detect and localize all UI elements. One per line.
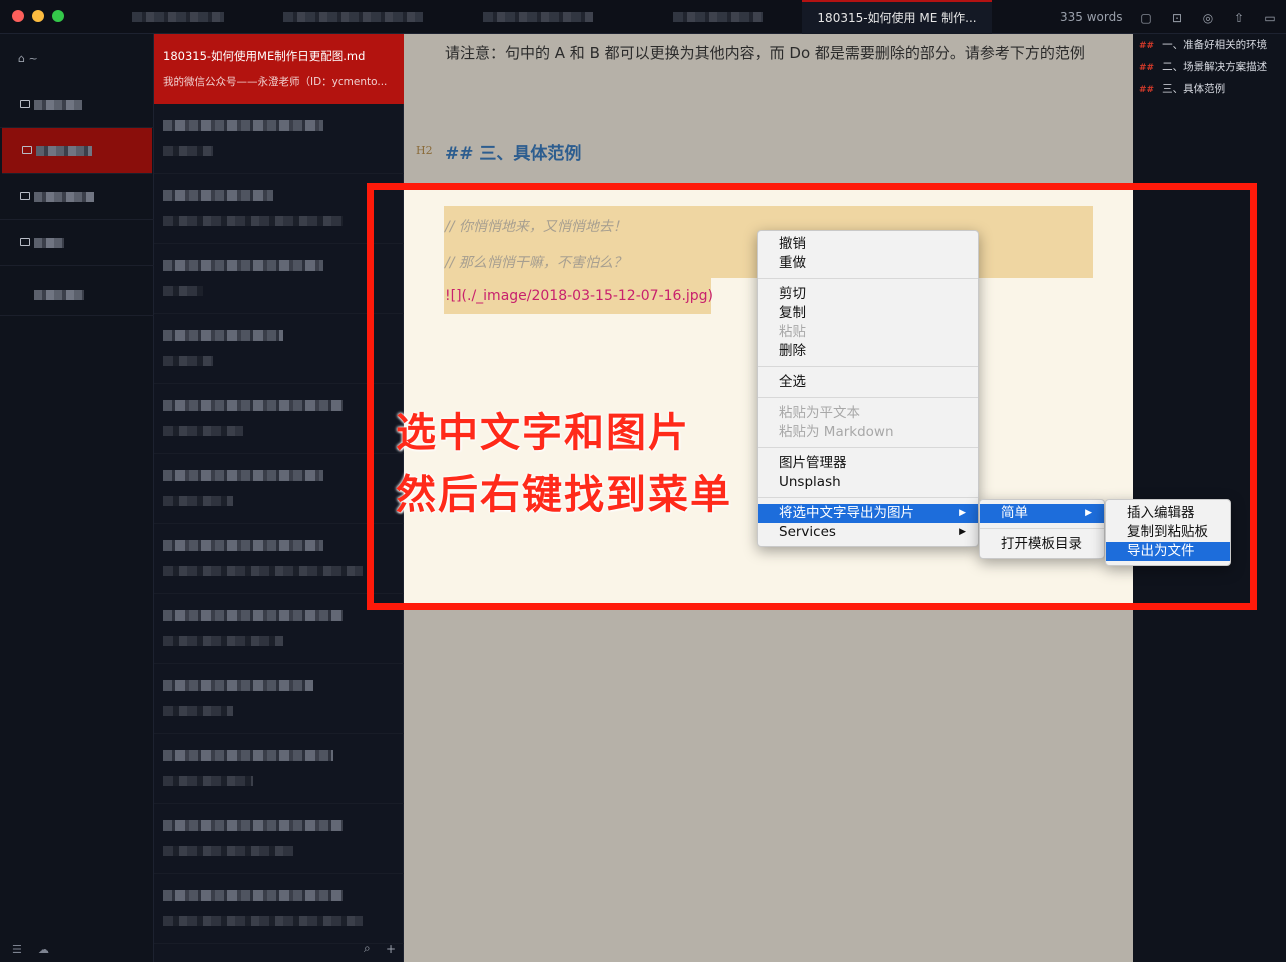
add-file-icon[interactable]: +: [386, 942, 396, 956]
file-item[interactable]: [154, 594, 404, 664]
submenu-arrow-icon: ▶: [1085, 508, 1092, 518]
menu-item-paste-markdown[interactable]: 粘贴为 Markdown: [758, 423, 978, 442]
menu-item-copy[interactable]: 复制: [758, 304, 978, 323]
heading-text[interactable]: ## 三、具体范例: [445, 139, 581, 164]
submenu-arrow-icon: ▶: [959, 508, 966, 518]
home-folder[interactable]: ⌂ ~: [18, 52, 38, 65]
tab-blurred-4[interactable]: [673, 12, 763, 22]
folder-item[interactable]: [0, 174, 154, 220]
menu-item-services[interactable]: Services ▶: [758, 523, 978, 542]
menu-item-paste[interactable]: 粘贴: [758, 323, 978, 342]
menu-item-redo[interactable]: 重做: [758, 254, 978, 273]
heading-hash-icon: ##: [1139, 41, 1155, 51]
file-item[interactable]: [154, 874, 404, 944]
annotation-line-2: 然后右键找到菜单: [396, 472, 732, 518]
folder-icon: [20, 238, 30, 246]
search-icon[interactable]: ⌕: [364, 941, 371, 956]
folder-item[interactable]: [0, 82, 154, 128]
image-markdown-link[interactable]: ![](./_image/2018-03-15-12-07-16.jpg): [445, 288, 713, 304]
outline-panel: ## 一、准备好相关的环境 ## 二、场景解决方案描述 ## 三、具体范例: [1133, 34, 1286, 962]
menu-item-image-manager[interactable]: 图片管理器: [758, 454, 978, 473]
folder-label-blurred: [34, 238, 64, 248]
outline-toggle-icon[interactable]: ▭: [1263, 11, 1277, 25]
menu-item-unsplash[interactable]: Unsplash: [758, 473, 978, 492]
comment-line-1[interactable]: // 你悄悄地来，又悄悄地去！: [445, 216, 627, 236]
menu-item-undo[interactable]: 撤销: [758, 235, 978, 254]
app-window: 180315-如何使用 ME 制作... 335 words ▢ ⊡ ◎ ⇧ ▭…: [0, 0, 1286, 962]
tab-blurred-2[interactable]: [283, 12, 423, 22]
file-list: 180315-如何使用ME制作日更配图.md 我的微信公众号——永澄老师（ID：…: [154, 34, 404, 962]
submenu-item-copy-clipboard[interactable]: 复制到粘贴板: [1106, 523, 1230, 542]
file-item[interactable]: [154, 804, 404, 874]
file-item[interactable]: [154, 524, 404, 594]
outline-item[interactable]: ## 三、具体范例: [1139, 81, 1225, 96]
file-item[interactable]: [154, 734, 404, 804]
folder-item-selected[interactable]: [2, 128, 152, 174]
settings-icon[interactable]: ☰: [12, 943, 22, 956]
submenu-item-open-templates[interactable]: 打开模板目录: [980, 535, 1104, 554]
activity-icon[interactable]: ◎: [1201, 11, 1215, 25]
menu-separator: [758, 397, 978, 398]
close-window-button[interactable]: [12, 10, 24, 22]
menu-item-export-selection[interactable]: 将选中文字导出为图片 ▶: [758, 504, 978, 523]
menu-item-select-all[interactable]: 全选: [758, 373, 978, 392]
zoom-window-button[interactable]: [52, 10, 64, 22]
file-title: 180315-如何使用ME制作日更配图.md: [163, 49, 366, 63]
menu-item-cut[interactable]: 剪切: [758, 285, 978, 304]
folder-sidebar: ⌂ ~ ☰ ☁: [0, 34, 154, 962]
heading-hash-icon: ##: [1139, 63, 1155, 73]
comment-line-2[interactable]: // 那么悄悄干嘛，不害怕么？: [445, 252, 627, 272]
folder-label-blurred: [34, 100, 82, 110]
file-preview: 我的微信公众号——永澄老师（ID：ycmento...: [163, 76, 388, 88]
annotation-line-1: 选中文字和图片: [396, 410, 690, 456]
folder-item[interactable]: [0, 266, 154, 316]
tab-blurred-3[interactable]: [483, 12, 593, 22]
menu-separator: [980, 528, 1104, 529]
folder-label-blurred: [34, 192, 94, 202]
file-item[interactable]: [154, 104, 404, 174]
file-item[interactable]: [154, 314, 404, 384]
folder-icon: [20, 192, 30, 200]
folder-item-expanded[interactable]: [0, 220, 154, 266]
outline-item[interactable]: ## 二、场景解决方案描述: [1139, 59, 1267, 74]
word-count: 335 words: [1060, 10, 1123, 24]
submenu-arrow-icon: ▶: [959, 527, 966, 537]
menu-separator: [758, 447, 978, 448]
editor-bottom-area: [404, 604, 1133, 962]
tab-active-document[interactable]: 180315-如何使用 ME 制作...: [802, 0, 992, 34]
file-item[interactable]: [154, 174, 404, 244]
sync-icon[interactable]: ☁: [38, 943, 49, 956]
folder-label-blurred: [34, 290, 84, 300]
title-bar: 180315-如何使用 ME 制作... 335 words ▢ ⊡ ◎ ⇧ ▭: [0, 0, 1286, 34]
share-icon[interactable]: ⇧: [1232, 11, 1246, 25]
file-item[interactable]: [154, 244, 404, 314]
submenu-item-export-file[interactable]: 导出为文件: [1106, 542, 1230, 561]
export-submenu: 简单 ▶ 打开模板目录: [979, 499, 1105, 559]
paragraph-text[interactable]: 请注意：句中的 A 和 B 都可以更换为其他内容，而 Do 都是需要删除的部分。…: [445, 36, 1105, 70]
folder-label-blurred: [36, 146, 92, 156]
panel-icon[interactable]: ▢: [1139, 11, 1153, 25]
file-item[interactable]: [154, 454, 404, 524]
folder-icon: [20, 100, 30, 108]
preview-icon[interactable]: ⊡: [1170, 11, 1184, 25]
simple-submenu: 插入编辑器 复制到粘贴板 导出为文件: [1105, 499, 1231, 566]
folder-icon: [22, 146, 32, 154]
tab-blurred-1[interactable]: [132, 12, 224, 22]
minimize-window-button[interactable]: [32, 10, 44, 22]
submenu-item-simple[interactable]: 简单 ▶: [980, 504, 1104, 523]
submenu-item-insert-editor[interactable]: 插入编辑器: [1106, 504, 1230, 523]
menu-item-paste-plain[interactable]: 粘贴为平文本: [758, 404, 978, 423]
file-item[interactable]: [154, 384, 404, 454]
heading-level-marker: H2: [416, 144, 433, 157]
menu-separator: [758, 278, 978, 279]
context-menu: 撤销 重做 剪切 复制 粘贴 删除 全选 粘贴为平文本 粘贴为 Markdown…: [757, 230, 979, 547]
menu-separator: [758, 366, 978, 367]
heading-hash-icon: ##: [1139, 85, 1155, 95]
menu-separator: [758, 497, 978, 498]
editor-top-area: 请注意：句中的 A 和 B 都可以更换为其他内容，而 Do 都是需要删除的部分。…: [404, 34, 1133, 184]
file-item-active[interactable]: 180315-如何使用ME制作日更配图.md 我的微信公众号——永澄老师（ID：…: [154, 34, 404, 104]
file-item[interactable]: [154, 664, 404, 734]
outline-item[interactable]: ## 一、准备好相关的环境: [1139, 37, 1267, 52]
menu-item-delete[interactable]: 删除: [758, 342, 978, 361]
